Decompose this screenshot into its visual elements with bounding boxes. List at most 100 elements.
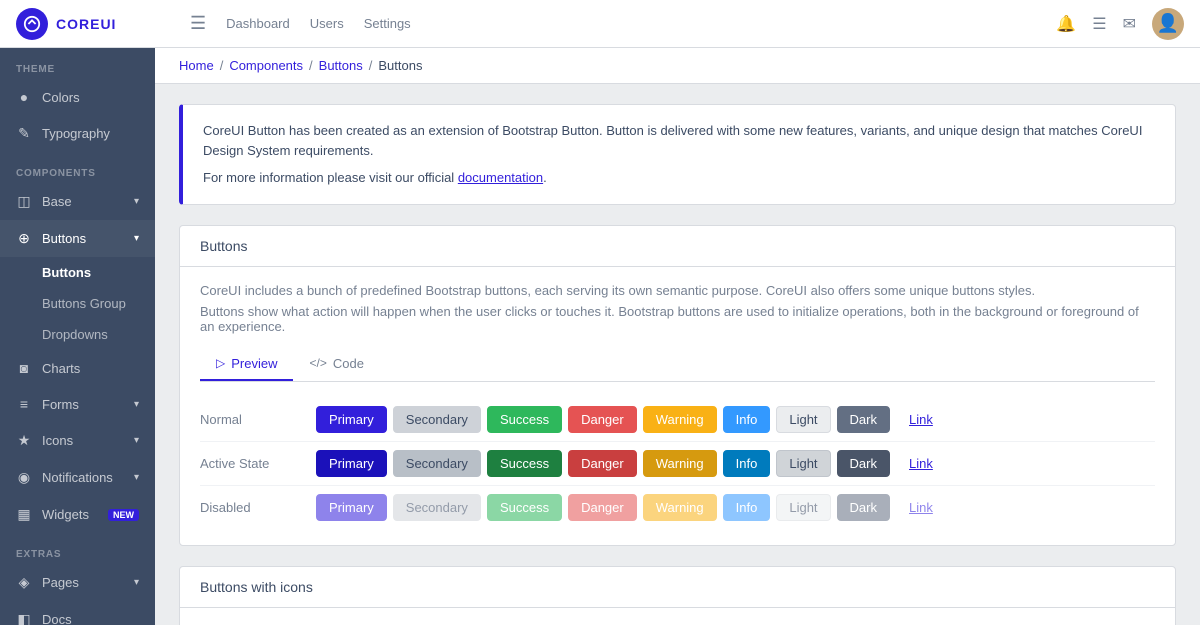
- sidebar-item-notifications[interactable]: ◉ Notifications ▾: [0, 459, 155, 496]
- hamburger-menu[interactable]: ☰: [190, 13, 206, 34]
- subitem-label: Dropdowns: [42, 327, 108, 342]
- sidebar-subitem-dropdowns[interactable]: Dropdowns: [0, 319, 155, 350]
- list-icon[interactable]: ☰: [1092, 14, 1106, 34]
- sidebar-section-components: COMPONENTS: [0, 152, 155, 183]
- btn-light-active[interactable]: Light: [776, 450, 830, 477]
- user-avatar[interactable]: 👤: [1152, 8, 1184, 40]
- chevron-down-icon: ▾: [134, 399, 139, 410]
- logo-icon: [16, 8, 48, 40]
- sidebar-item-typography[interactable]: ✎ Typography: [0, 115, 155, 152]
- chevron-down-icon: ▾: [134, 472, 139, 483]
- buttons-icon: ⊕: [16, 230, 32, 247]
- btn-dark-active[interactable]: Dark: [837, 450, 890, 477]
- breadcrumb-components[interactable]: Components: [229, 58, 303, 73]
- sidebar: THEME ● Colors ✎ Typography COMPONENTS ◫…: [0, 48, 155, 625]
- buttons-card: Buttons CoreUI includes a bunch of prede…: [179, 225, 1176, 546]
- btn-warning-active[interactable]: Warning: [643, 450, 717, 477]
- sidebar-item-label: Notifications: [42, 470, 113, 485]
- sidebar-item-pages[interactable]: ◈ Pages ▾: [0, 564, 155, 601]
- pages-icon: ◈: [16, 574, 32, 591]
- sidebar-subitem-buttons[interactable]: Buttons: [0, 257, 155, 288]
- subitem-label: Buttons Group: [42, 296, 126, 311]
- tab-code[interactable]: </> Code: [293, 348, 379, 381]
- btn-success-active[interactable]: Success: [487, 450, 562, 477]
- btn-info-normal[interactable]: Info: [723, 406, 771, 433]
- row-label-normal: Normal: [200, 412, 310, 427]
- breadcrumb-buttons[interactable]: Buttons: [319, 58, 363, 73]
- sidebar-section-extras: EXTRAS: [0, 533, 155, 564]
- new-badge: NEW: [108, 509, 139, 521]
- btn-info-disabled: Info: [723, 494, 771, 521]
- typography-icon: ✎: [16, 125, 32, 142]
- btn-primary-normal[interactable]: Primary: [316, 406, 387, 433]
- btn-danger-disabled: Danger: [568, 494, 637, 521]
- docs-icon: ◧: [16, 611, 32, 625]
- btn-info-active[interactable]: Info: [723, 450, 771, 477]
- btn-row-active: Active State Primary Secondary Success D…: [200, 442, 1155, 486]
- nav-link-users[interactable]: Users: [310, 16, 344, 31]
- btn-link-disabled: Link: [896, 494, 946, 521]
- code-icon: </>: [309, 356, 326, 370]
- btn-link-active[interactable]: Link: [896, 450, 946, 477]
- btn-dark-disabled: Dark: [837, 494, 890, 521]
- btn-secondary-disabled: Secondary: [393, 494, 481, 521]
- main-content: Home / Components / Buttons / Buttons Co…: [155, 48, 1200, 625]
- widgets-icon: ▦: [16, 506, 32, 523]
- sidebar-item-docs[interactable]: ◧ Docs: [0, 601, 155, 625]
- sidebar-item-charts[interactable]: ◙ Charts: [0, 350, 155, 386]
- bell-icon[interactable]: 🔔: [1056, 14, 1076, 34]
- btn-danger-normal[interactable]: Danger: [568, 406, 637, 433]
- subitem-label: Buttons: [42, 265, 91, 280]
- sidebar-item-forms[interactable]: ≡ Forms ▾: [0, 386, 155, 422]
- sidebar-subitem-buttons-group[interactable]: Buttons Group: [0, 288, 155, 319]
- btn-warning-normal[interactable]: Warning: [643, 406, 717, 433]
- docs-link[interactable]: documentation: [458, 170, 543, 185]
- icons-icon: ★: [16, 432, 32, 449]
- btn-link-normal[interactable]: Link: [896, 406, 946, 433]
- breadcrumb-home[interactable]: Home: [179, 58, 214, 73]
- top-navigation: COREUI ☰ Dashboard Users Settings 🔔 ☰ ✉ …: [0, 0, 1200, 48]
- buttons-card-header: Buttons: [180, 226, 1175, 267]
- sidebar-item-widgets[interactable]: ▦ Widgets NEW: [0, 496, 155, 533]
- sidebar-item-label: Buttons: [42, 231, 86, 246]
- btn-danger-active[interactable]: Danger: [568, 450, 637, 477]
- sidebar-item-base[interactable]: ◫ Base ▾: [0, 183, 155, 220]
- nav-link-settings[interactable]: Settings: [364, 16, 411, 31]
- breadcrumb: Home / Components / Buttons / Buttons: [155, 48, 1200, 84]
- colors-icon: ●: [16, 89, 32, 105]
- chevron-down-icon: ▾: [134, 577, 139, 588]
- btn-secondary-active[interactable]: Secondary: [393, 450, 481, 477]
- sidebar-item-icons[interactable]: ★ Icons ▾: [0, 422, 155, 459]
- breadcrumb-current: Buttons: [378, 58, 422, 73]
- btn-light-normal[interactable]: Light: [776, 406, 830, 433]
- btn-primary-active[interactable]: Primary: [316, 450, 387, 477]
- charts-icon: ◙: [16, 360, 32, 376]
- sidebar-item-label: Colors: [42, 90, 80, 105]
- btn-dark-normal[interactable]: Dark: [837, 406, 890, 433]
- sidebar-item-colors[interactable]: ● Colors: [0, 79, 155, 115]
- btn-row-normal: Normal Primary Secondary Success Danger …: [200, 398, 1155, 442]
- sidebar-item-label: Pages: [42, 575, 79, 590]
- buttons-desc-1: CoreUI includes a bunch of predefined Bo…: [200, 283, 1155, 298]
- logo-text: COREUI: [56, 16, 116, 32]
- btn-success-normal[interactable]: Success: [487, 406, 562, 433]
- btn-light-disabled: Light: [776, 494, 830, 521]
- sidebar-item-label: Base: [42, 194, 72, 209]
- mail-icon[interactable]: ✉: [1123, 14, 1136, 34]
- nav-link-dashboard[interactable]: Dashboard: [226, 16, 290, 31]
- btn-secondary-normal[interactable]: Secondary: [393, 406, 481, 433]
- btn-primary-disabled: Primary: [316, 494, 387, 521]
- forms-icon: ≡: [16, 396, 32, 412]
- row-label-active: Active State: [200, 456, 310, 471]
- btn-warning-disabled: Warning: [643, 494, 717, 521]
- chevron-down-icon: ▾: [134, 196, 139, 207]
- btn-row-disabled: Disabled Primary Secondary Success Dange…: [200, 486, 1155, 529]
- notifications-icon: ◉: [16, 469, 32, 486]
- buttons-icons-card-body: You can combine button with our CoreUI I…: [180, 608, 1175, 625]
- tab-preview[interactable]: ▷ Preview: [200, 348, 293, 381]
- main-layout: THEME ● Colors ✎ Typography COMPONENTS ◫…: [0, 48, 1200, 625]
- buttons-desc-2: Buttons show what action will happen whe…: [200, 304, 1155, 334]
- chevron-down-icon: ▾: [134, 233, 139, 244]
- sidebar-item-buttons[interactable]: ⊕ Buttons ▾: [0, 220, 155, 257]
- buttons-icons-card: Buttons with icons You can combine butto…: [179, 566, 1176, 625]
